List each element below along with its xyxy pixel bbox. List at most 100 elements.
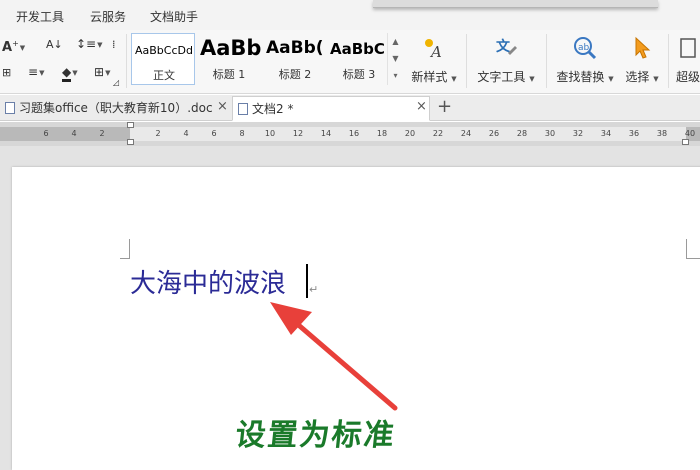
ruler-tick-label: 34 bbox=[600, 129, 612, 138]
tab-label: 习题集office（职大教育新10）.doc bbox=[19, 101, 213, 115]
super-button[interactable]: 超级 bbox=[676, 34, 700, 90]
ruler-tick-label: 28 bbox=[516, 129, 528, 138]
style-label: 标题 2 bbox=[278, 68, 312, 81]
align-button[interactable]: ⊞ bbox=[2, 63, 11, 81]
ruler-tick-label: 16 bbox=[348, 129, 360, 138]
close-tab-icon[interactable]: × bbox=[217, 95, 228, 119]
find-replace-icon: ab bbox=[554, 34, 616, 62]
ruler-tick-label: 38 bbox=[656, 129, 668, 138]
ribbon-toolbar: A+▼ A↓ ↕≡▼ ⁞ ⊞ ≡▼ ◆▼ ⊞▼ ◿ AaBbCcDd 正文 Aa… bbox=[0, 30, 700, 94]
style-preview: AaBb( bbox=[266, 38, 324, 58]
ribbon-separator bbox=[546, 34, 547, 88]
menu-cloud-service[interactable]: 云服务 bbox=[90, 8, 126, 25]
ruler-tick-label: 18 bbox=[376, 129, 388, 138]
new-tab-icon[interactable]: + bbox=[437, 95, 452, 119]
font-grow-button[interactable]: A+▼ bbox=[2, 35, 25, 55]
border-button[interactable]: ⊞▼ bbox=[94, 63, 110, 81]
scroll-down-icon[interactable]: ▼ bbox=[388, 50, 403, 67]
ruler-tick-label: 24 bbox=[460, 129, 472, 138]
sort-button[interactable]: A↓ bbox=[46, 35, 63, 53]
style-preview: AaBbC bbox=[330, 40, 385, 58]
close-tab-icon[interactable]: × bbox=[416, 95, 427, 119]
border-icon: ⊞ bbox=[94, 65, 105, 79]
select-label: 选择 bbox=[625, 70, 650, 84]
ruler-tick-label: 4 bbox=[71, 129, 77, 138]
select-button[interactable]: 选择 ▼ bbox=[622, 34, 662, 90]
ruler-tick-label: 8 bbox=[239, 129, 245, 138]
paragraph-mark-button[interactable]: ⁞ bbox=[112, 35, 116, 53]
ruler-tick-label: 32 bbox=[572, 129, 584, 138]
style-heading-3[interactable]: AaBbC 标题 3 bbox=[327, 33, 391, 85]
paragraph-dialog-launcher[interactable]: ◿ bbox=[113, 78, 119, 88]
find-replace-button[interactable]: ab 查找替换 ▼ bbox=[554, 34, 616, 90]
menu-doc-assistant[interactable]: 文档助手 bbox=[150, 8, 198, 25]
popup-window-edge bbox=[373, 0, 658, 8]
line-spacing-button[interactable]: ↕≡▼ bbox=[76, 35, 103, 53]
text-tools-button[interactable]: 文 文字工具 ▼ bbox=[475, 34, 537, 90]
ribbon-separator bbox=[466, 34, 467, 88]
margin-corner-top-left bbox=[120, 239, 130, 259]
ruler-tick-label: 36 bbox=[628, 129, 640, 138]
annotation-caption: 设置为标准 bbox=[233, 418, 398, 453]
tab-exercise-doc[interactable]: 习题集office（职大教育新10）.doc bbox=[0, 96, 232, 121]
horizontal-ruler: 6 4 2 2 4 6 8 10 12 14 16 18 20 22 24 26 28 30 32 34 36 38 40 bbox=[0, 122, 700, 146]
style-normal[interactable]: AaBbCcDd 正文 bbox=[131, 33, 195, 85]
ruler-tick-label: 4 bbox=[183, 129, 189, 138]
cursor-arrow-icon bbox=[622, 34, 662, 62]
ruler-tick-label: 10 bbox=[264, 129, 276, 138]
ribbon-separator bbox=[126, 34, 127, 88]
ruler-tick-label: 26 bbox=[488, 129, 500, 138]
svg-text:A: A bbox=[429, 43, 442, 61]
line-spacing-icon: ↕≡ bbox=[76, 37, 97, 51]
super-label: 超级 bbox=[676, 70, 700, 84]
super-icon bbox=[676, 34, 700, 62]
more-styles-icon[interactable]: ▾ bbox=[388, 67, 403, 84]
left-indent-marker[interactable] bbox=[127, 139, 134, 145]
ruler-tick-label: 40 bbox=[684, 129, 696, 138]
align-icon: ⊞ bbox=[2, 66, 12, 79]
ruler-tick-label: 14 bbox=[320, 129, 332, 138]
ruler-tick-label: 20 bbox=[404, 129, 416, 138]
red-arrow-annotation bbox=[270, 302, 398, 411]
paragraph-icon: ⁞ bbox=[112, 38, 116, 51]
new-style-icon: A bbox=[408, 34, 460, 62]
style-gallery: AaBbCcDd 正文 AaBb 标题 1 AaBb( 标题 2 AaBbC 标… bbox=[131, 33, 403, 88]
document-icon bbox=[238, 102, 248, 115]
indent-button[interactable]: ≡▼ bbox=[28, 63, 44, 81]
paint-bucket-icon: ◆ bbox=[62, 65, 72, 82]
ruler-tick-label: 22 bbox=[432, 129, 444, 138]
style-label: 正文 bbox=[153, 69, 175, 82]
svg-text:ab: ab bbox=[578, 43, 590, 53]
indent-icon: ≡ bbox=[28, 65, 39, 79]
style-heading-2[interactable]: AaBb( 标题 2 bbox=[263, 33, 327, 85]
document-tab-bar: 习题集office（职大教育新10）.doc × 文档2 * × + bbox=[0, 95, 700, 121]
find-replace-label: 查找替换 bbox=[556, 70, 605, 84]
ruler-tick-label: 6 bbox=[211, 129, 217, 138]
ruler-tick-label: 12 bbox=[292, 129, 304, 138]
ruler-tick-label: 2 bbox=[155, 129, 161, 138]
shading-button[interactable]: ◆▼ bbox=[62, 63, 78, 82]
document-icon bbox=[5, 101, 15, 114]
new-style-label: 新样式 bbox=[411, 70, 448, 84]
tab-document-2[interactable]: 文档2 * bbox=[232, 96, 430, 121]
ribbon-separator bbox=[668, 34, 669, 88]
style-preview: AaBbCcDd bbox=[135, 44, 193, 57]
style-gallery-scroll: ▲ ▼ ▾ bbox=[387, 33, 403, 85]
style-preview: AaBb bbox=[200, 36, 261, 60]
right-indent-marker[interactable] bbox=[682, 139, 689, 145]
ruler-tick-label: 6 bbox=[43, 129, 49, 138]
new-style-button[interactable]: A 新样式 ▼ bbox=[408, 34, 460, 90]
first-line-indent-marker[interactable] bbox=[127, 122, 134, 128]
style-heading-1[interactable]: AaBb 标题 1 bbox=[197, 33, 261, 85]
menu-bar: 开发工具 云服务 文档助手 bbox=[0, 0, 700, 30]
text-tools-icon: 文 bbox=[475, 34, 537, 62]
ruler-tick-label: 30 bbox=[544, 129, 556, 138]
text-tools-label: 文字工具 bbox=[477, 70, 526, 84]
margin-corner-top-right bbox=[686, 239, 700, 259]
scroll-up-icon[interactable]: ▲ bbox=[388, 33, 403, 50]
tab-label: 文档2 * bbox=[252, 102, 294, 116]
style-label: 标题 1 bbox=[212, 68, 246, 81]
style-label: 标题 3 bbox=[342, 68, 376, 81]
menu-developer-tools[interactable]: 开发工具 bbox=[16, 8, 64, 25]
sort-icon: A↓ bbox=[46, 38, 63, 51]
